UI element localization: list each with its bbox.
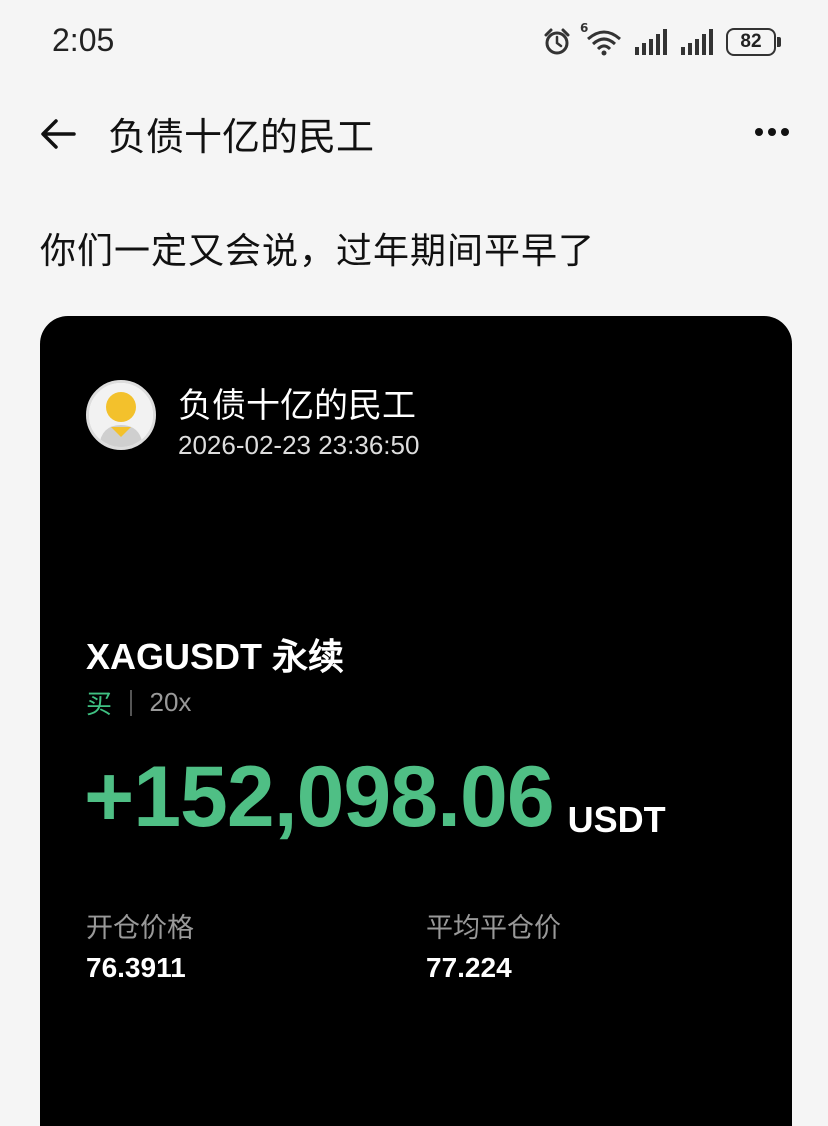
pnl-row: +152,098.06 USDT xyxy=(84,754,666,840)
card-datetime: 2026-02-23 23:36:50 xyxy=(178,430,420,460)
open-price-value: 76.3911 xyxy=(86,952,186,983)
trading-pair: XAGUSDT 永续 xyxy=(86,628,344,680)
back-button[interactable] xyxy=(36,112,80,156)
pnl-unit: USDT xyxy=(567,799,666,840)
avg-close-label: 平均平仓价 xyxy=(426,913,561,944)
side-row: 买 20x xyxy=(86,684,191,721)
divider xyxy=(130,689,132,716)
header-title: 负债十亿的民工 xyxy=(108,115,375,159)
signal-icon-2 xyxy=(680,29,714,55)
leverage-label: 20x xyxy=(149,687,192,717)
avatar[interactable] xyxy=(86,380,156,450)
more-dot xyxy=(755,128,763,136)
wifi-badge: 6 xyxy=(580,21,589,35)
battery-icon: 82 xyxy=(726,28,781,56)
pnl-value: +152,098.06 xyxy=(84,749,555,845)
side-label: 买 xyxy=(86,690,113,720)
open-price-label: 开仓价格 xyxy=(86,913,194,944)
more-dot xyxy=(781,128,789,136)
card-username: 负债十亿的民工 xyxy=(178,386,416,426)
screen: 2:05 6 82 负债十亿的民工 你们一定又会说，过年期间平早了 负债十亿的民… xyxy=(0,0,828,1126)
battery-level: 82 xyxy=(740,31,762,52)
more-dot xyxy=(768,128,776,136)
pnl-share-card[interactable]: 负债十亿的民工 2026-02-23 23:36:50 XAGUSDT 永续 买… xyxy=(40,316,792,1126)
pair-symbol: XAGUSDT xyxy=(86,636,263,677)
avg-close-value: 77.224 xyxy=(426,952,512,983)
pair-type: 永续 xyxy=(272,637,345,678)
status-time: 2:05 xyxy=(52,22,115,58)
post-text: 你们一定又会说，过年期间平早了 xyxy=(40,231,596,272)
app-header: 负债十亿的民工 xyxy=(0,84,828,180)
alarm-icon xyxy=(542,27,572,57)
status-icons: 6 82 xyxy=(542,21,781,60)
arrow-left-icon xyxy=(41,119,76,149)
wifi-icon: 6 xyxy=(580,21,622,57)
signal-icon-1 xyxy=(634,29,668,55)
more-button[interactable] xyxy=(746,110,798,154)
status-bar: 2:05 6 82 xyxy=(0,0,828,84)
